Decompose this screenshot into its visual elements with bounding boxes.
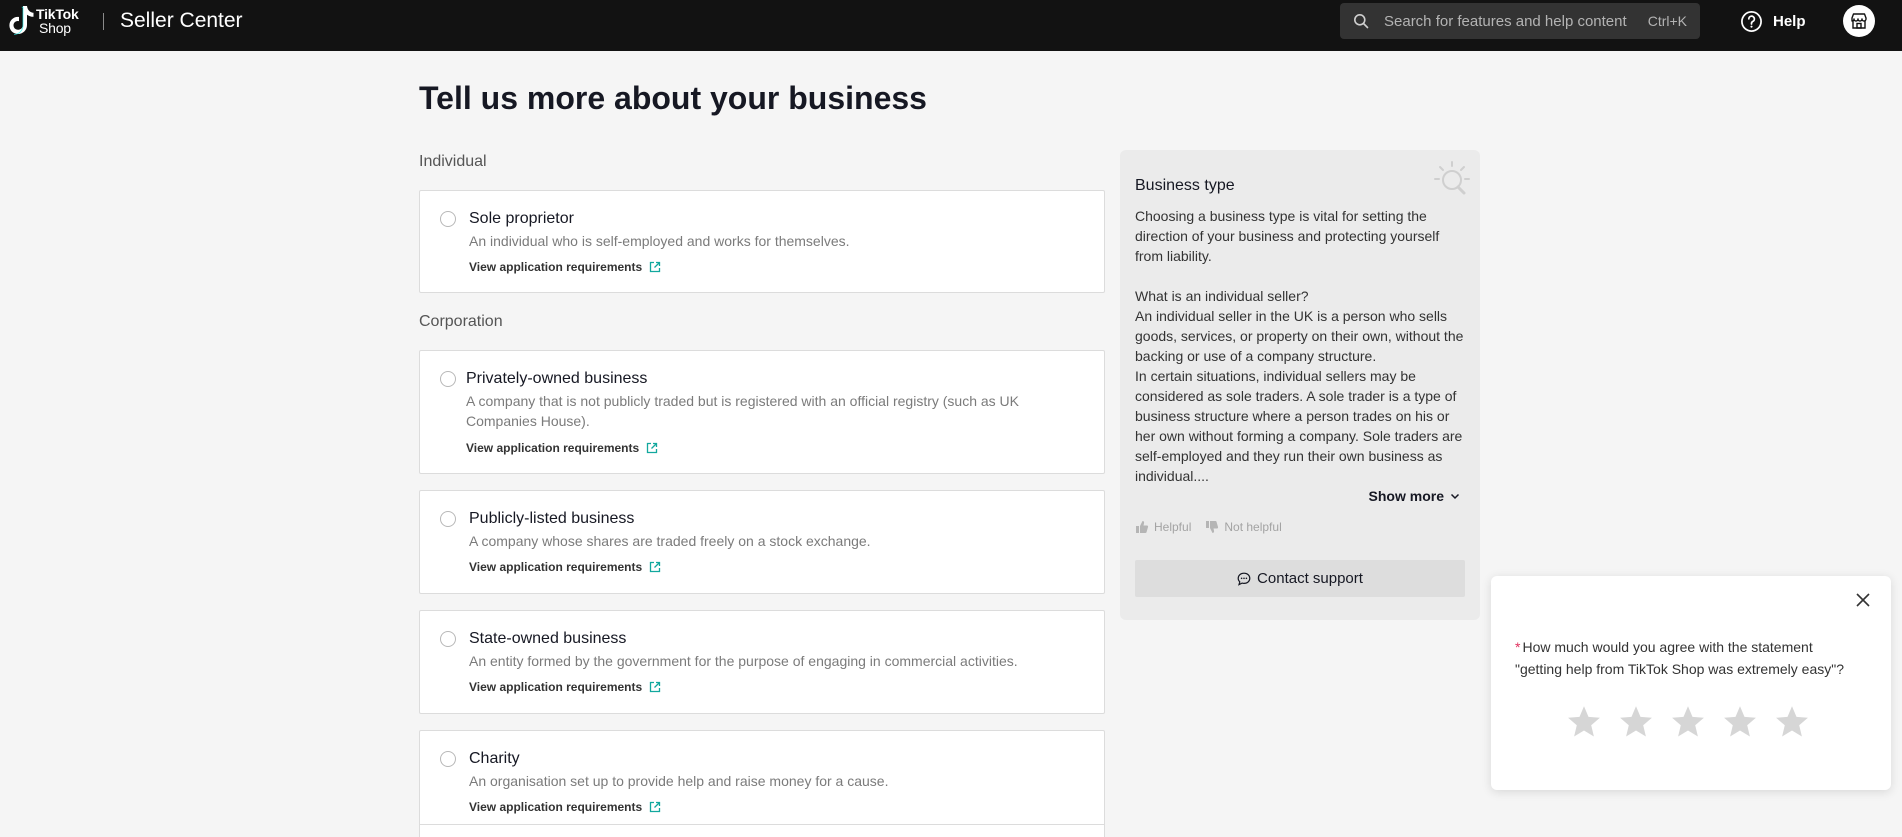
radio-privately-owned[interactable] — [440, 371, 456, 387]
help-label: Help — [1773, 12, 1806, 30]
radio-state-owned[interactable] — [440, 631, 456, 647]
info-subheading: What is an individual seller? — [1135, 288, 1309, 304]
view-requirements-link[interactable]: View application requirements — [469, 260, 661, 274]
survey-question-text: How much would you agree with the statem… — [1515, 639, 1844, 677]
show-more-button[interactable]: Show more — [1369, 488, 1460, 504]
link-label: View application requirements — [469, 680, 643, 694]
option-title: Privately-owned business — [466, 370, 648, 387]
option-title: Publicly-listed business — [469, 510, 635, 527]
not-helpful-button[interactable]: Not helpful — [1205, 520, 1282, 534]
info-paragraph: An individual seller in the UK is a pers… — [1135, 308, 1464, 364]
logo-line-2: Shop — [39, 20, 71, 36]
help-button[interactable]: Help — [1740, 9, 1806, 33]
not-helpful-label: Not helpful — [1224, 520, 1282, 534]
store-icon — [1851, 13, 1867, 29]
external-link-icon — [650, 261, 661, 273]
info-paragraph: In certain situations, individual seller… — [1135, 368, 1463, 484]
search-bar[interactable]: Search for features and help content Ctr… — [1340, 3, 1700, 39]
view-requirements-link[interactable]: View application requirements — [466, 441, 658, 455]
thumbs-down-icon — [1206, 521, 1219, 533]
external-link-icon — [647, 442, 658, 454]
app-title[interactable]: Seller Center — [120, 9, 243, 33]
star-1-icon[interactable] — [1566, 704, 1602, 740]
external-link-icon — [650, 681, 661, 693]
tiktok-shop-logo[interactable]: TikTok Shop — [6, 4, 79, 38]
option-description: An individual who is self-employed and w… — [469, 233, 850, 249]
helpful-button[interactable]: Helpful — [1135, 520, 1191, 534]
thumbs-up-icon — [1136, 521, 1149, 533]
required-marker: * — [1515, 639, 1521, 655]
option-card-charity[interactable]: Charity An organisation set up to provid… — [419, 730, 1105, 834]
option-description: An organisation set up to provide help a… — [469, 773, 889, 789]
section-label-corporation: Corporation — [419, 313, 503, 330]
star-3-icon[interactable] — [1670, 704, 1706, 740]
search-shortcut: Ctrl+K — [1647, 13, 1687, 29]
chevron-down-icon — [1450, 493, 1460, 500]
external-link-icon — [650, 801, 661, 813]
radio-sole-proprietor[interactable] — [440, 211, 456, 227]
lightbulb-icon — [1434, 161, 1470, 195]
info-body: Choosing a business type is vital for se… — [1135, 206, 1465, 486]
star-2-icon[interactable] — [1618, 704, 1654, 740]
option-card-sole-proprietor[interactable]: Sole proprietor An individual who is sel… — [419, 190, 1105, 293]
logo-line-1: TikTok — [36, 6, 79, 22]
option-title: State-owned business — [469, 630, 627, 647]
link-label: View application requirements — [469, 800, 643, 814]
link-label: View application requirements — [466, 441, 640, 455]
star-rating[interactable] — [1566, 704, 1826, 740]
next-option-card-edge — [419, 824, 1105, 837]
chat-bubble-icon — [1237, 572, 1251, 586]
business-type-info-panel: Business type Choosing a business type i… — [1120, 150, 1480, 620]
top-navigation-bar: TikTok Shop Seller Center Search for fea… — [0, 0, 1902, 51]
store-account-button[interactable] — [1843, 5, 1875, 37]
feedback-row: Helpful Not helpful — [1135, 520, 1296, 534]
survey-question: * How much would you agree with the state… — [1515, 636, 1845, 680]
view-requirements-link[interactable]: View application requirements — [469, 680, 661, 694]
view-requirements-link[interactable]: View application requirements — [469, 560, 661, 574]
contact-support-label: Contact support — [1257, 570, 1363, 587]
option-card-privately-owned[interactable]: Privately-owned business A company that … — [419, 350, 1105, 474]
external-link-icon — [650, 561, 661, 573]
help-icon — [1741, 10, 1762, 32]
header-divider — [103, 13, 104, 30]
star-4-icon[interactable] — [1722, 704, 1758, 740]
tiktok-logo-icon — [9, 6, 34, 35]
link-label: View application requirements — [469, 560, 643, 574]
option-description: A company that is not publicly traded bu… — [466, 393, 1020, 429]
contact-support-button[interactable]: Contact support — [1135, 560, 1465, 597]
page-title: Tell us more about your business — [419, 80, 927, 116]
option-card-state-owned[interactable]: State-owned business An entity formed by… — [419, 610, 1105, 714]
section-label-individual: Individual — [419, 153, 487, 170]
option-description: A company whose shares are traded freely… — [469, 533, 871, 549]
radio-publicly-listed[interactable] — [440, 511, 456, 527]
info-title: Business type — [1135, 177, 1235, 194]
helpful-label: Helpful — [1154, 520, 1192, 534]
search-placeholder: Search for features and help content — [1384, 12, 1627, 30]
option-title: Charity — [469, 750, 520, 767]
close-icon[interactable] — [1853, 590, 1873, 610]
star-5-icon[interactable] — [1774, 704, 1810, 740]
search-icon — [1354, 14, 1369, 29]
view-requirements-link[interactable]: View application requirements — [469, 800, 661, 814]
option-description: An entity formed by the government for t… — [469, 653, 1018, 669]
option-title: Sole proprietor — [469, 210, 574, 227]
satisfaction-survey-popup: * How much would you agree with the state… — [1491, 576, 1891, 790]
show-more-label: Show more — [1368, 488, 1444, 504]
link-label: View application requirements — [469, 260, 643, 274]
option-card-publicly-listed[interactable]: Publicly-listed business A company whose… — [419, 490, 1105, 594]
info-paragraph: Choosing a business type is vital for se… — [1135, 208, 1440, 264]
logo-wordmark: TikTok Shop — [36, 7, 79, 35]
radio-charity[interactable] — [440, 751, 456, 767]
